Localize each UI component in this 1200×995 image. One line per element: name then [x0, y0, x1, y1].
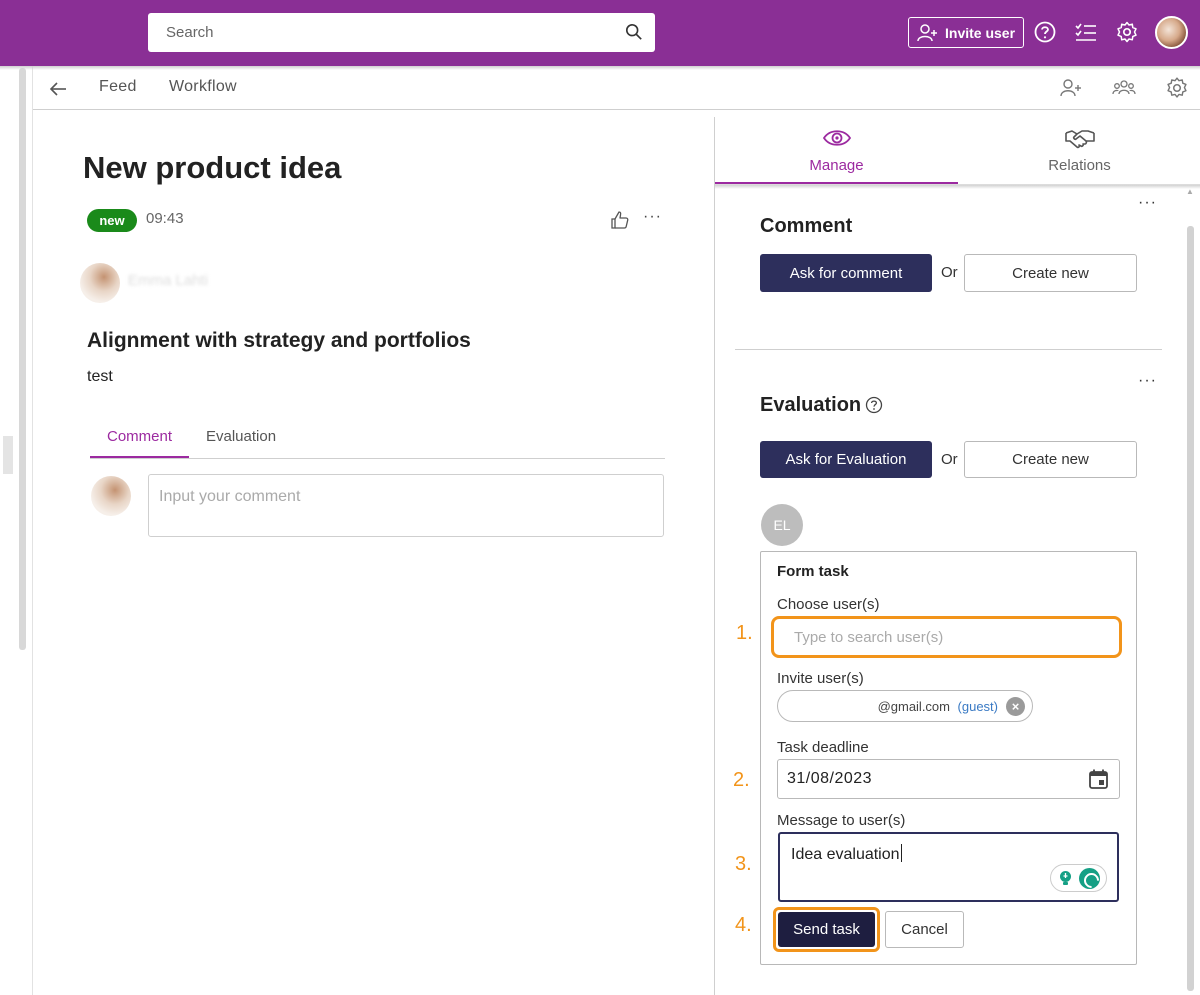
step-4-marker: 4.	[735, 914, 752, 936]
send-task-button[interactable]: Send task	[778, 912, 875, 947]
search-input[interactable]	[148, 13, 655, 52]
user-avatar[interactable]	[1155, 16, 1188, 49]
tab-manage[interactable]: Manage	[715, 117, 958, 185]
top-shadow	[0, 66, 1200, 70]
left-rail	[0, 66, 33, 995]
comment-input[interactable]	[149, 475, 663, 536]
guest-tag: (guest)	[957, 699, 998, 714]
tab-comment[interactable]: Comment	[107, 428, 172, 445]
invite-user-button[interactable]: Invite user	[908, 17, 1024, 48]
comment-section-menu[interactable]: ···	[1138, 194, 1157, 212]
lightbulb-icon[interactable]	[1057, 870, 1074, 887]
invited-email: @gmail.com	[877, 699, 950, 714]
global-search[interactable]	[148, 13, 655, 52]
rail-handle[interactable]	[3, 436, 13, 474]
checklist-icon[interactable]	[1075, 21, 1097, 43]
eye-icon	[822, 130, 852, 146]
invited-user-chip: @gmail.com (guest) ×	[777, 690, 1033, 722]
top-bar: Invite user	[0, 0, 1200, 66]
comment-field[interactable]	[148, 474, 664, 537]
tab-relations-label: Relations	[1048, 157, 1111, 174]
sub-navigation: Feed Workflow	[33, 66, 1200, 110]
back-arrow-icon[interactable]	[48, 79, 68, 99]
step-3-marker: 3.	[735, 853, 752, 875]
evaluation-section-menu[interactable]: ···	[1138, 372, 1157, 390]
invite-user-label: Invite user	[945, 24, 1016, 41]
step-1-marker: 1.	[736, 622, 753, 644]
cancel-button[interactable]: Cancel	[885, 911, 964, 948]
or-label: Or	[941, 451, 958, 468]
author-avatar[interactable]	[80, 263, 120, 303]
post-more-menu[interactable]: ···	[643, 208, 662, 226]
add-user-icon[interactable]	[1059, 76, 1083, 100]
message-value[interactable]: Idea evaluation	[791, 846, 900, 863]
grammar-assistant-widget[interactable]	[1050, 864, 1107, 892]
tab-manage-label: Manage	[809, 157, 864, 174]
comment-heading: Comment	[760, 215, 853, 237]
settings-icon[interactable]	[1165, 76, 1189, 100]
handshake-icon	[1065, 130, 1095, 149]
section-divider	[735, 349, 1162, 350]
nav-feed[interactable]: Feed	[99, 78, 137, 96]
step-2-marker: 2.	[733, 769, 750, 791]
help-icon[interactable]	[865, 396, 883, 414]
post-tabs: Comment Evaluation	[90, 420, 665, 459]
active-tab-indicator	[90, 456, 189, 458]
text-caret	[900, 844, 902, 862]
calendar-icon[interactable]	[1088, 768, 1109, 790]
status-badge: new	[87, 209, 137, 232]
assignee-avatar[interactable]: EL	[761, 504, 803, 546]
group-icon[interactable]	[1112, 76, 1136, 100]
nav-workflow[interactable]: Workflow	[169, 78, 237, 96]
author-name[interactable]: Emma Lahti	[128, 272, 208, 289]
add-user-icon	[917, 23, 937, 41]
choose-users-label: Choose user(s)	[777, 596, 880, 613]
grammarly-icon[interactable]	[1079, 868, 1100, 889]
create-new-evaluation-button[interactable]: Create new	[964, 441, 1137, 478]
or-label: Or	[941, 264, 958, 281]
left-scrollbar[interactable]	[19, 68, 26, 650]
active-panel-tab-indicator	[715, 182, 958, 184]
page-title: New product idea	[83, 150, 342, 185]
create-new-comment-button[interactable]: Create new	[964, 254, 1137, 292]
panel-shadow	[715, 185, 1200, 189]
deadline-field[interactable]: 31/08/2023	[777, 759, 1120, 799]
evaluation-heading: Evaluation	[760, 394, 862, 416]
message-label: Message to user(s)	[777, 812, 906, 829]
thumbs-up-icon[interactable]	[610, 210, 630, 230]
post-time: 09:43	[146, 210, 184, 227]
settings-icon[interactable]	[1116, 21, 1138, 43]
commenter-avatar	[91, 476, 131, 516]
section-heading: Alignment with strategy and portfolios	[87, 329, 471, 352]
deadline-value[interactable]: 31/08/2023	[787, 770, 872, 788]
tab-relations[interactable]: Relations	[958, 117, 1200, 185]
scroll-up-arrow-icon[interactable]: ▲	[1186, 187, 1194, 196]
panel-scrollbar[interactable]	[1187, 226, 1194, 991]
tab-evaluation[interactable]: Evaluation	[206, 428, 276, 445]
user-search-input[interactable]	[780, 621, 1118, 653]
panel-tabs: Manage Relations	[715, 117, 1200, 185]
ask-for-evaluation-button[interactable]: Ask for Evaluation	[760, 441, 932, 478]
remove-chip-icon[interactable]: ×	[1006, 697, 1025, 716]
form-task-card	[760, 551, 1137, 965]
section-text: test	[87, 368, 113, 385]
invite-users-label: Invite user(s)	[777, 670, 864, 687]
ask-for-comment-button[interactable]: Ask for comment	[760, 254, 932, 292]
form-title: Form task	[777, 563, 849, 580]
search-icon[interactable]	[625, 23, 643, 41]
help-icon[interactable]	[1034, 21, 1056, 43]
panel-divider	[714, 117, 715, 995]
task-deadline-label: Task deadline	[777, 739, 869, 756]
